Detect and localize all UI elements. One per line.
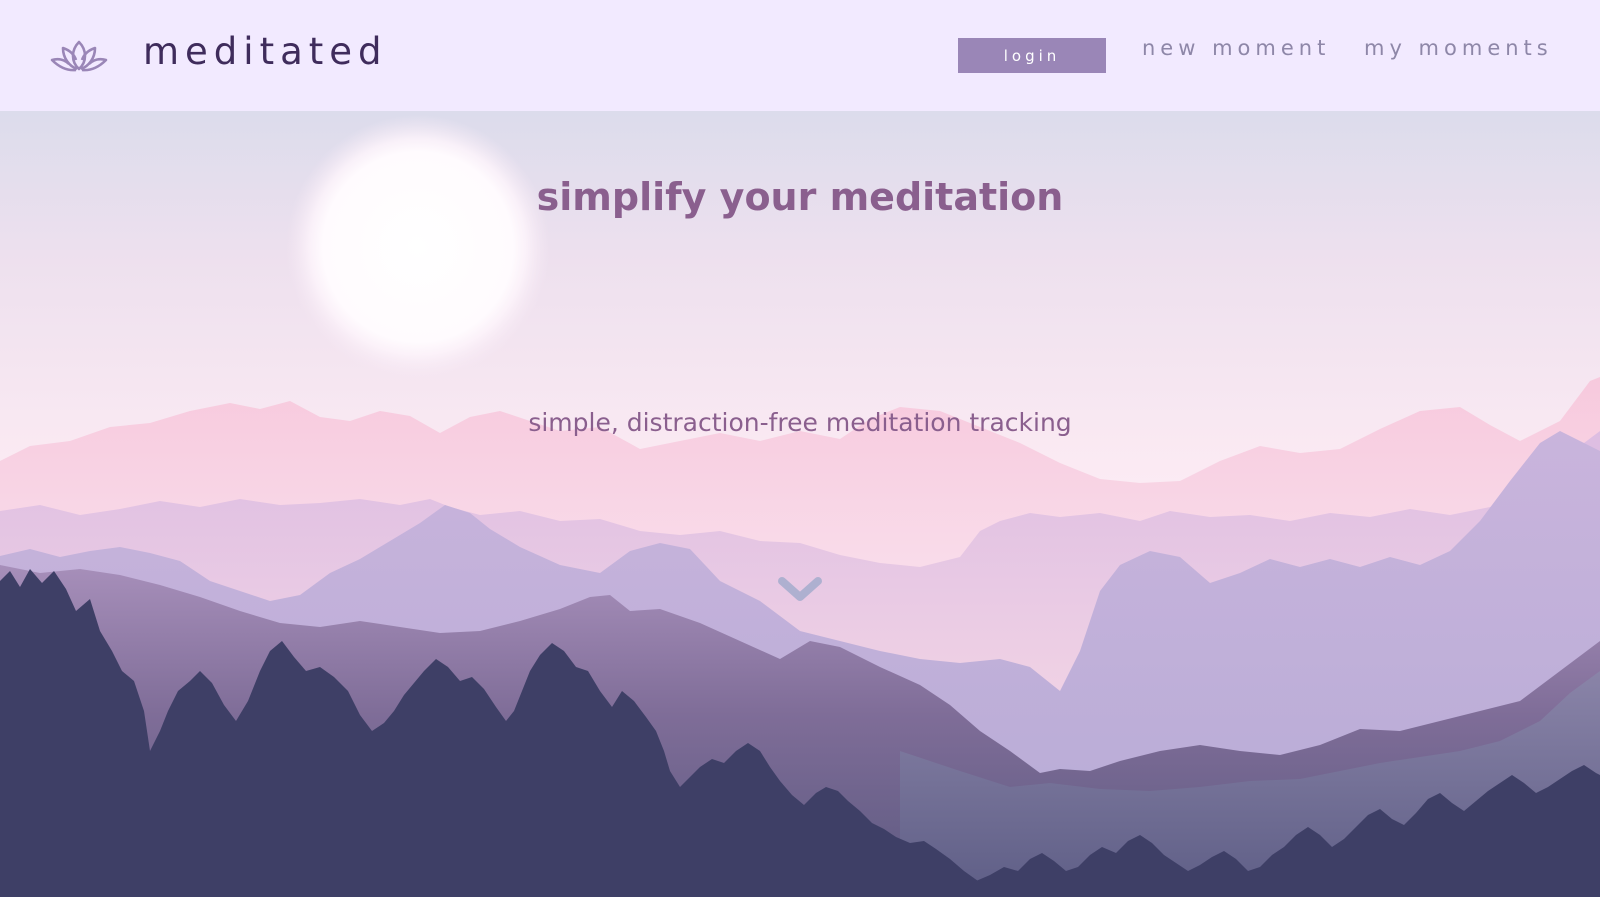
- login-button[interactable]: login: [958, 38, 1106, 73]
- mountain-landscape-illustration: [0, 111, 1600, 897]
- hero-section: simplify your meditation simple, distrac…: [0, 111, 1600, 897]
- hero-title: simplify your meditation: [536, 175, 1064, 220]
- nav-new-moment[interactable]: new moment: [1142, 36, 1330, 60]
- lotus-icon[interactable]: [50, 36, 108, 74]
- nav-my-moments[interactable]: my moments: [1364, 36, 1553, 60]
- chevron-down-icon[interactable]: [776, 573, 824, 607]
- brand-name[interactable]: meditated: [143, 30, 388, 73]
- landing-page: meditated login new moment my moments si…: [0, 0, 1600, 897]
- top-navbar: meditated login new moment my moments: [0, 0, 1600, 111]
- hero-subtitle: simple, distraction-free meditation trac…: [528, 408, 1072, 437]
